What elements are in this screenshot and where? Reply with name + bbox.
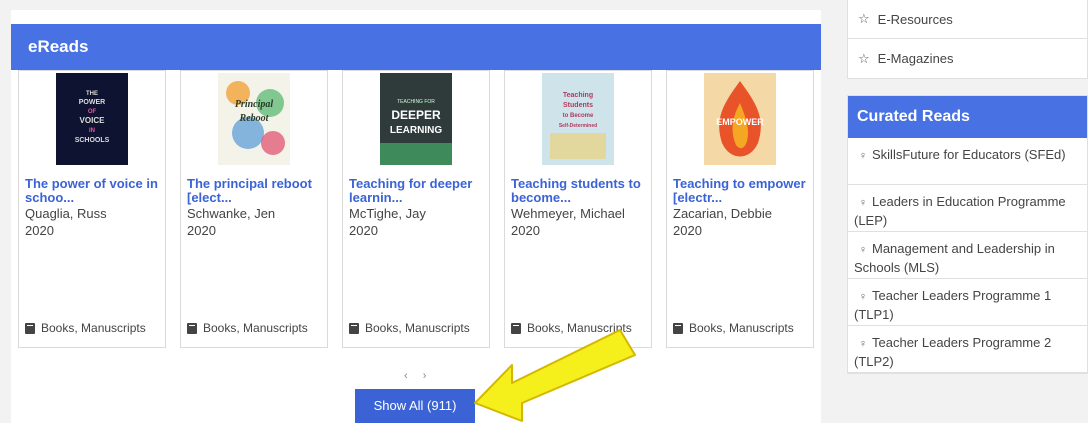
svg-text:TEACHING FOR: TEACHING FOR bbox=[397, 99, 435, 105]
resource-item-e-magazines[interactable]: ☆ E-Magazines bbox=[848, 39, 1087, 78]
resource-label: E-Magazines bbox=[877, 51, 954, 66]
svg-text:Principal: Principal bbox=[235, 99, 274, 110]
star-icon: ☆ bbox=[858, 50, 870, 66]
book-cover-image[interactable]: Teaching Students to Become Self-Determi… bbox=[542, 73, 614, 165]
book-year: 2020 bbox=[349, 223, 378, 238]
svg-text:SCHOOLS: SCHOOLS bbox=[75, 137, 110, 144]
show-all-button[interactable]: Show All (911) bbox=[355, 389, 475, 423]
book-type-label: Books, Manuscripts bbox=[203, 321, 308, 335]
resources-list: ☆ E-Resources ☆ E-Magazines bbox=[847, 0, 1088, 79]
book-author: Schwanke, Jen bbox=[187, 206, 276, 221]
book-type: Books, Manuscripts bbox=[673, 321, 794, 335]
book-year: 2020 bbox=[511, 223, 540, 238]
book-type: Books, Manuscripts bbox=[187, 321, 308, 335]
svg-text:EMPOWER: EMPOWER bbox=[716, 117, 764, 127]
book-title-link[interactable]: The power of voice in schoo... bbox=[25, 177, 163, 205]
book-icon bbox=[187, 322, 197, 334]
book-card[interactable]: TEACHING FOR DEEPER LEARNING Teaching fo… bbox=[342, 70, 490, 348]
curated-item[interactable]: ♀ SkillsFuture for Educators (SFEd) bbox=[848, 138, 1087, 185]
resource-label: E-Resources bbox=[877, 11, 953, 27]
svg-text:Self-Determined: Self-Determined bbox=[559, 123, 597, 129]
svg-text:LEARNING: LEARNING bbox=[390, 125, 442, 136]
book-author: Quaglia, Russ bbox=[25, 206, 107, 221]
book-card[interactable]: Teaching Students to Become Self-Determi… bbox=[504, 70, 652, 348]
svg-text:OF: OF bbox=[88, 109, 97, 115]
svg-text:Teaching: Teaching bbox=[563, 92, 593, 99]
book-type: Books, Manuscripts bbox=[349, 321, 470, 335]
book-author: McTighe, Jay bbox=[349, 206, 426, 221]
curated-item-label: Management and Leadership in Schools (ML… bbox=[854, 241, 1055, 275]
book-title-link[interactable]: Teaching to empower [electr... bbox=[673, 177, 811, 205]
page: eReads THE POWER OF VOICE IN SCHOOLS The… bbox=[0, 0, 1088, 423]
curated-item[interactable]: ♀ Teacher Leaders Programme 1 (TLP1) bbox=[848, 279, 1087, 326]
curated-item-label: Teacher Leaders Programme 2 (TLP2) bbox=[854, 335, 1052, 369]
svg-text:Students: Students bbox=[563, 102, 593, 109]
curated-reads-panel: Curated Reads ♀ SkillsFuture for Educator… bbox=[847, 95, 1088, 374]
book-year: 2020 bbox=[673, 223, 702, 238]
curated-reads-header: Curated Reads bbox=[848, 96, 1087, 138]
book-author: Zacarian, Debbie bbox=[673, 206, 772, 221]
book-card[interactable]: Principal Reboot The principal reboot [e… bbox=[180, 70, 328, 348]
resource-item-e-resources[interactable]: ☆ E-Resources bbox=[848, 0, 1087, 39]
pin-icon: ♀ bbox=[858, 197, 868, 209]
book-author: Wehmeyer, Michael bbox=[511, 206, 625, 221]
book-year: 2020 bbox=[25, 223, 54, 238]
carousel-pager[interactable]: ‹ › bbox=[404, 370, 432, 382]
book-title-link[interactable]: Teaching for deeper learnin... bbox=[349, 177, 487, 205]
star-icon: ☆ bbox=[858, 11, 870, 26]
book-icon bbox=[25, 322, 35, 334]
book-type: Books, Manuscripts bbox=[25, 321, 146, 335]
book-cover-image[interactable]: TEACHING FOR DEEPER LEARNING bbox=[380, 73, 452, 165]
book-title-link[interactable]: Teaching students to become... bbox=[511, 177, 649, 205]
book-cover-image[interactable]: Principal Reboot bbox=[218, 73, 290, 165]
pin-icon: ♀ bbox=[858, 338, 868, 350]
book-year: 2020 bbox=[187, 223, 216, 238]
curated-item[interactable]: ♀ Teacher Leaders Programme 2 (TLP2) bbox=[848, 326, 1087, 373]
curated-item-label: Teacher Leaders Programme 1 (TLP1) bbox=[854, 288, 1052, 322]
curated-item[interactable]: ♀ Management and Leadership in Schools (M… bbox=[848, 232, 1087, 279]
svg-text:DEEPER: DEEPER bbox=[391, 108, 441, 122]
book-icon bbox=[673, 322, 683, 334]
pin-icon: ♀ bbox=[858, 150, 868, 162]
svg-text:IN: IN bbox=[89, 128, 95, 134]
book-card[interactable]: THE POWER OF VOICE IN SCHOOLS The power … bbox=[18, 70, 166, 348]
svg-text:to Become: to Become bbox=[563, 113, 594, 119]
pin-icon: ♀ bbox=[858, 244, 868, 256]
book-type-label: Books, Manuscripts bbox=[689, 321, 794, 335]
book-type-label: Books, Manuscripts bbox=[41, 321, 146, 335]
book-cover-image[interactable]: THE POWER OF VOICE IN SCHOOLS bbox=[56, 73, 128, 165]
book-card[interactable]: EMPOWER Teaching to empower [electr... Z… bbox=[666, 70, 814, 348]
book-cover-image[interactable]: EMPOWER bbox=[704, 73, 776, 165]
svg-text:POWER: POWER bbox=[79, 99, 105, 106]
book-icon bbox=[349, 322, 359, 334]
pin-icon: ♀ bbox=[858, 291, 868, 303]
annotation-arrow-icon bbox=[474, 329, 636, 422]
book-title-link[interactable]: The principal reboot [elect... bbox=[187, 177, 325, 205]
book-type-label: Books, Manuscripts bbox=[365, 321, 470, 335]
svg-text:VOICE: VOICE bbox=[80, 116, 106, 125]
curated-item-label: Leaders in Education Programme (LEP) bbox=[854, 194, 1066, 228]
curated-item[interactable]: ♀ Leaders in Education Programme (LEP) bbox=[848, 185, 1087, 232]
svg-text:THE: THE bbox=[86, 91, 98, 97]
ereads-header: eReads bbox=[11, 24, 821, 70]
curated-item-label: SkillsFuture for Educators (SFEd) bbox=[872, 147, 1066, 162]
svg-text:Reboot: Reboot bbox=[239, 113, 270, 124]
ereads-panel: eReads THE POWER OF VOICE IN SCHOOLS The… bbox=[11, 10, 821, 423]
